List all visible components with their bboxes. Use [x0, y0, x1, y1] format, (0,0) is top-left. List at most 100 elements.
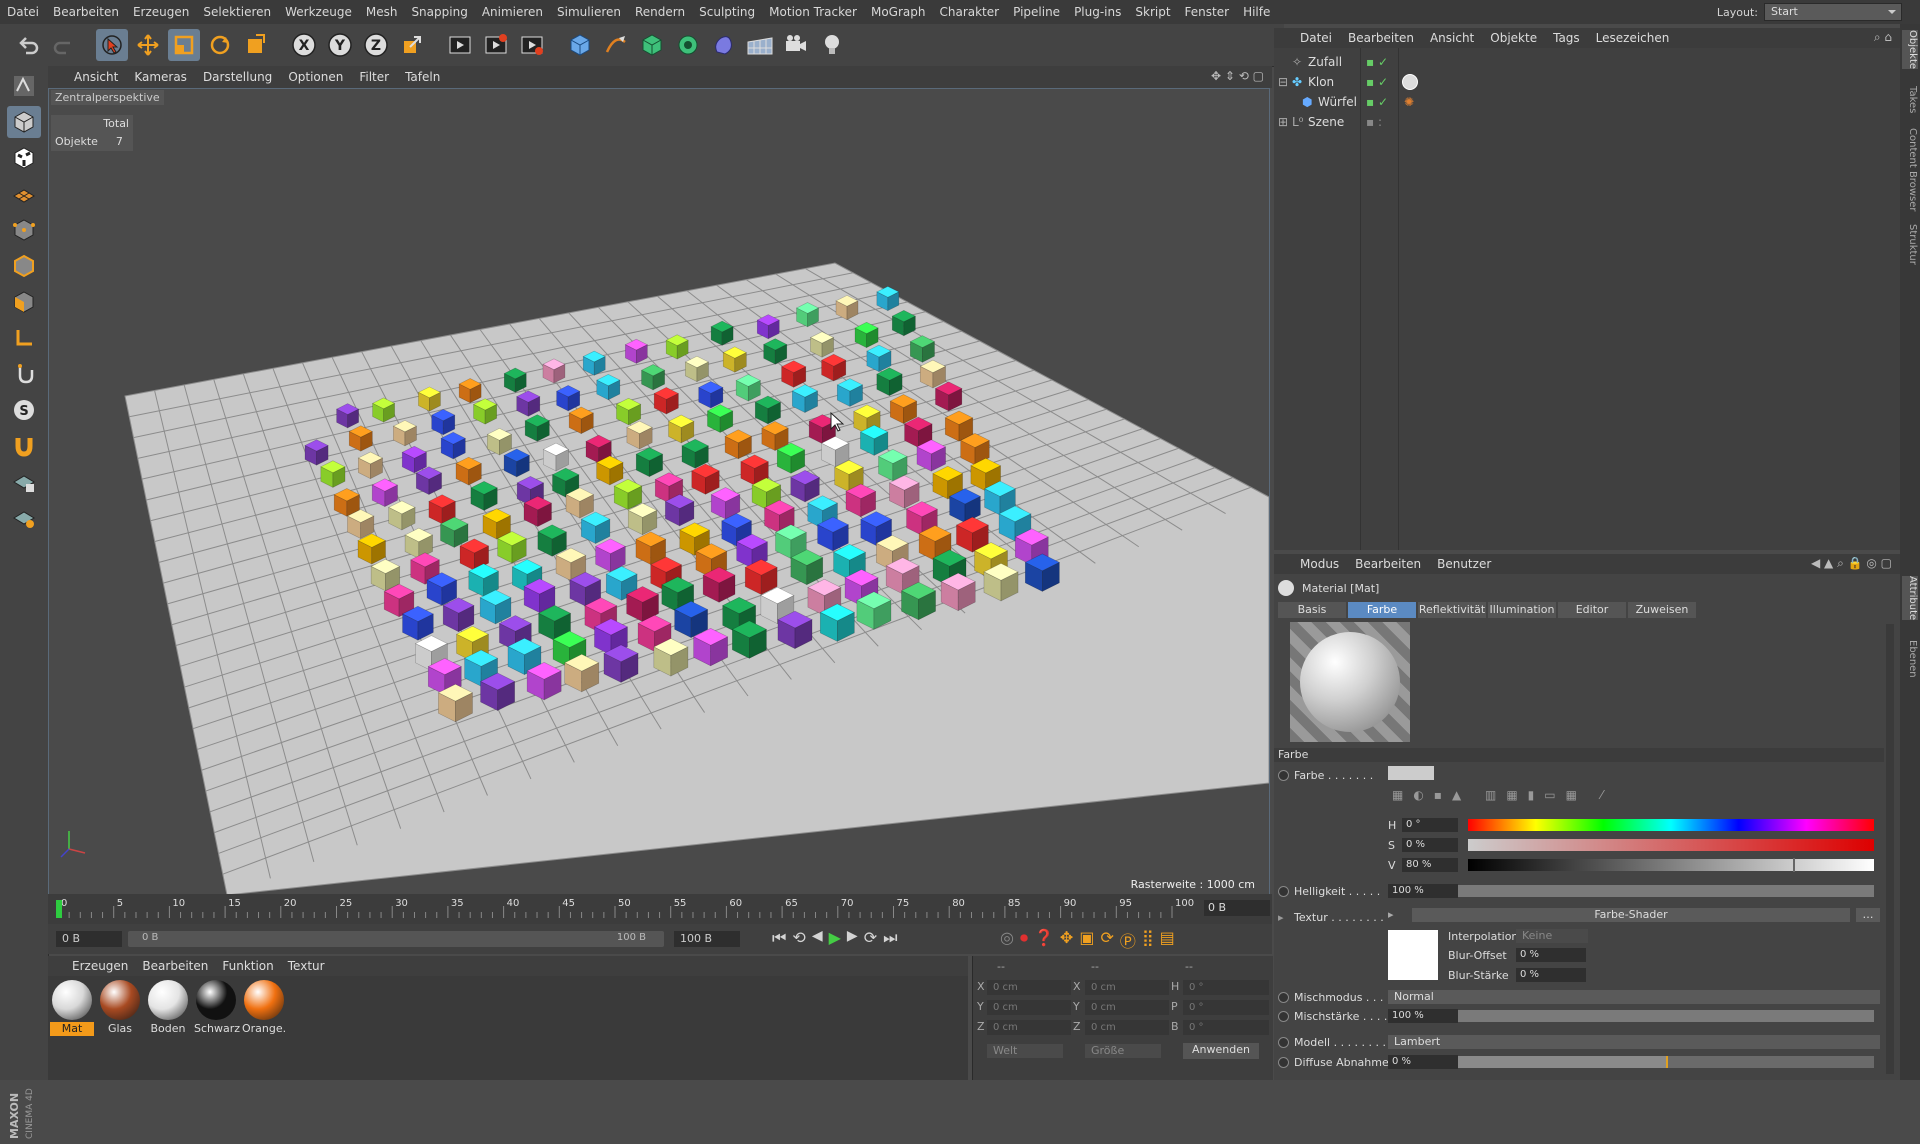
redo-icon[interactable] — [48, 29, 80, 61]
tab-editor[interactable]: Editor — [1558, 602, 1626, 618]
render-view-icon[interactable] — [444, 29, 476, 61]
mat-menu-erzeugen[interactable]: Erzeugen — [48, 956, 135, 976]
blur-staerke-field[interactable]: 0 % — [1516, 968, 1586, 982]
tab-takes[interactable]: Takes — [1902, 86, 1918, 113]
planar-workplane-icon[interactable] — [7, 502, 41, 534]
tab-zuweisen[interactable]: Zuweisen — [1628, 602, 1696, 618]
menu-charakter[interactable]: Charakter — [932, 0, 1006, 24]
move-tool-icon[interactable] — [132, 29, 164, 61]
motion-record-icon[interactable]: ◎ — [1000, 928, 1014, 952]
undo-icon[interactable] — [12, 29, 44, 61]
material-schwarz[interactable]: Schwarz — [194, 980, 240, 1036]
subdivision-surface-icon[interactable] — [636, 29, 668, 61]
tweak-mode-icon[interactable] — [7, 358, 41, 390]
material-boden[interactable]: Boden — [146, 980, 190, 1036]
anim-dot-icon[interactable] — [1278, 1057, 1289, 1068]
timeline-ruler[interactable]: 0 5 10 15 20 25 30 35 40 45 50 55 60 65 70 75 80 85 90 95 10… — [48, 896, 1196, 920]
tab-attribute[interactable]: Attribute — [1902, 576, 1918, 621]
light-icon[interactable] — [816, 29, 848, 61]
x-axis-icon[interactable]: X — [288, 29, 320, 61]
value-slider[interactable] — [1468, 858, 1874, 872]
menu-sculpting[interactable]: Sculpting — [692, 0, 762, 24]
menu-selektieren[interactable]: Selektieren — [196, 0, 278, 24]
mischstaerke-field[interactable]: 100 % — [1388, 1009, 1458, 1023]
coord-space-dropdown[interactable]: Welt — [987, 1044, 1063, 1058]
hue-slider[interactable] — [1468, 819, 1874, 831]
next-key-icon[interactable]: ⟳ — [864, 928, 877, 948]
mat-menu-bearbeiten[interactable]: Bearbeiten — [135, 956, 215, 976]
coord-size-mode-dropdown[interactable]: Größe — [1085, 1044, 1161, 1058]
menu-werkzeuge[interactable]: Werkzeuge — [278, 0, 359, 24]
visibility-check-icon[interactable]: ▪ ✓ — [1366, 52, 1388, 72]
material-glas[interactable]: Glas — [98, 980, 142, 1036]
scale-tool-icon[interactable] — [168, 29, 200, 61]
z-axis-icon[interactable]: Z — [360, 29, 392, 61]
points-mode-icon[interactable] — [7, 214, 41, 246]
object-name[interactable]: Szene — [1308, 112, 1344, 132]
attr-scrollbar[interactable] — [1886, 624, 1894, 1074]
key-scale-icon[interactable]: ▣ — [1079, 928, 1094, 952]
previous-key-icon[interactable]: ⟲ — [792, 928, 805, 948]
range-slider[interactable]: 0 B 100 B — [128, 931, 664, 947]
v-field[interactable]: 80 % — [1402, 858, 1458, 872]
start-frame-field[interactable]: 0 B — [56, 931, 122, 947]
search-icon[interactable]: ⌕ ⌂ — [1874, 30, 1892, 45]
object-row-szene[interactable]: ⊞ L⁰ Szene ▪ : — [1274, 112, 1894, 132]
anim-dot-icon[interactable] — [1278, 992, 1289, 1003]
menu-skript[interactable]: Skript — [1128, 0, 1177, 24]
object-name[interactable]: Klon — [1308, 72, 1334, 92]
obj-menu-datei[interactable]: Datei — [1274, 28, 1340, 48]
locked-workplane-icon[interactable] — [7, 466, 41, 498]
cloner-icon[interactable] — [672, 29, 704, 61]
anim-dot-icon[interactable] — [1278, 1037, 1289, 1048]
go-to-end-icon[interactable]: ⏭ — [883, 928, 897, 948]
magnet-icon[interactable] — [7, 430, 41, 462]
previous-frame-icon[interactable]: ◀ — [812, 928, 823, 948]
object-row-klon[interactable]: ⊟ ✤ Klon ▪ ✓ — [1274, 72, 1894, 92]
helligkeit-slider[interactable] — [1458, 885, 1874, 897]
size-x-field[interactable]: 0 cm — [1085, 980, 1169, 995]
material-mat[interactable]: Mat — [50, 980, 94, 1036]
object-name[interactable]: Zufall — [1308, 52, 1342, 72]
tab-farbe[interactable]: Farbe — [1348, 602, 1416, 618]
menu-snapping[interactable]: Snapping — [404, 0, 474, 24]
tab-illumination[interactable]: Illumination — [1488, 602, 1556, 618]
y-axis-icon[interactable]: Y — [324, 29, 356, 61]
anim-dot-icon[interactable] — [1278, 886, 1289, 897]
apply-button[interactable]: Anwenden — [1183, 1043, 1259, 1059]
model-mode-icon[interactable] — [7, 106, 41, 138]
vp-menu-optionen[interactable]: Optionen — [280, 66, 351, 88]
modell-dropdown[interactable]: Lambert — [1388, 1035, 1880, 1049]
end-frame-field[interactable]: 100 B — [674, 931, 740, 947]
mischmodus-dropdown[interactable]: Normal — [1388, 990, 1880, 1004]
rotate-tool-icon[interactable] — [204, 29, 236, 61]
expand-toggle-icon[interactable]: ⊞ — [1278, 112, 1288, 132]
transform-tool-icon[interactable] — [240, 29, 272, 61]
workplane-icon[interactable] — [7, 178, 41, 210]
rot-h-field[interactable]: 0 ° — [1183, 980, 1269, 995]
polygons-mode-icon[interactable] — [7, 286, 41, 318]
visibility-check-icon[interactable]: ▪ ✓ — [1366, 72, 1388, 92]
tab-reflektivitaet[interactable]: Reflektivität — [1418, 602, 1486, 618]
menu-motion-tracker[interactable]: Motion Tracker — [762, 0, 864, 24]
camera-icon[interactable] — [780, 29, 812, 61]
expand-arrow-icon[interactable]: ▸ — [1278, 911, 1284, 924]
phong-tag-icon[interactable]: ✺ — [1404, 92, 1414, 112]
key-position-icon[interactable]: ✥ — [1060, 928, 1073, 952]
pos-y-field[interactable]: 0 cm — [987, 1000, 1071, 1015]
edges-mode-icon[interactable] — [7, 250, 41, 282]
size-y-field[interactable]: 0 cm — [1085, 1000, 1169, 1015]
texture-preview[interactable] — [1388, 930, 1438, 980]
vp-menu-darstellung[interactable]: Darstellung — [195, 66, 280, 88]
layout-dropdown[interactable]: Start — [1764, 3, 1902, 21]
play-icon[interactable]: ▶ — [829, 928, 841, 948]
diffuse-abnahme-field[interactable]: 0 % — [1388, 1055, 1458, 1069]
pos-z-field[interactable]: 0 cm — [987, 1020, 1071, 1035]
tab-ebenen[interactable]: Ebenen — [1902, 640, 1918, 678]
floor-icon[interactable] — [744, 29, 776, 61]
diffuse-abnahme-slider[interactable] — [1458, 1056, 1874, 1068]
helligkeit-field[interactable]: 100 % — [1388, 884, 1458, 898]
color-mode-icons[interactable]: ▦◐▪▲ ▥▦▮▭▦ ⁄ — [1392, 788, 1613, 802]
key-parameter-icon[interactable]: Ⓟ — [1120, 928, 1136, 952]
attr-menu-modus[interactable]: Modus — [1274, 554, 1347, 574]
